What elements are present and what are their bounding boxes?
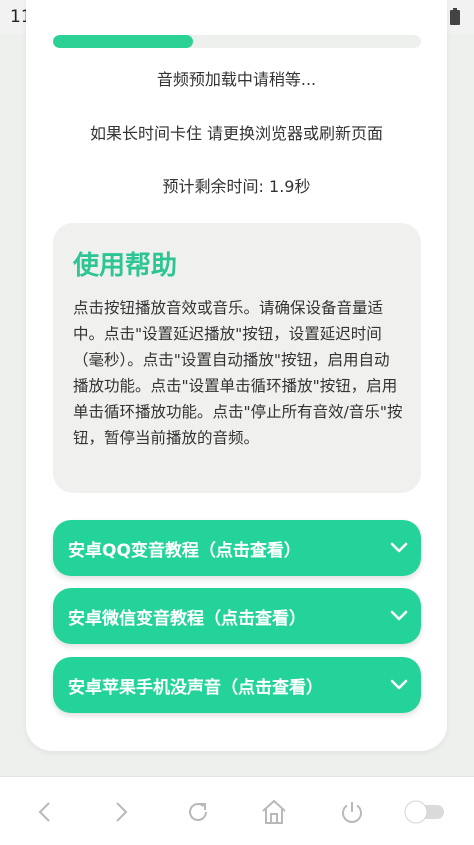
help-body: 点击按钮播放音效或音乐。请确保设备音量适中。点击"设置延迟播放"按钮，设置延迟时… bbox=[73, 299, 403, 447]
home-button[interactable] bbox=[257, 795, 291, 829]
back-icon bbox=[38, 802, 50, 822]
power-button[interactable] bbox=[335, 795, 369, 829]
accordion-label: 安卓苹果手机没声音（点击查看） bbox=[68, 678, 323, 698]
loading-progress-fill bbox=[53, 35, 193, 48]
loading-message: 音频预加载中请稍等... bbox=[156, 70, 317, 89]
accordion-qq-tutorial[interactable]: 安卓QQ变音教程（点击查看） bbox=[53, 520, 421, 576]
toggle-switch[interactable] bbox=[402, 795, 448, 829]
chevron-down-icon bbox=[390, 679, 408, 690]
refresh-button[interactable] bbox=[181, 795, 215, 829]
accordion-wechat-tutorial[interactable]: 安卓微信变音教程（点击查看） bbox=[53, 588, 421, 644]
back-button[interactable] bbox=[28, 795, 62, 829]
help-title: 使用帮助 bbox=[73, 251, 178, 281]
loading-hint: 如果长时间卡住 请更换浏览器或刷新页面 bbox=[89, 124, 384, 143]
loading-progress-bar bbox=[53, 35, 421, 48]
battery-icon bbox=[450, 8, 460, 25]
toggle-icon bbox=[404, 800, 444, 824]
forward-icon bbox=[116, 802, 128, 822]
refresh-icon bbox=[189, 803, 207, 821]
loading-eta: 预计剩余时间: 1.9秒 bbox=[162, 177, 311, 196]
chevron-down-icon bbox=[390, 542, 408, 553]
home-icon bbox=[262, 799, 286, 824]
power-icon bbox=[342, 802, 362, 823]
accordion-label: 安卓QQ变音教程（点击查看） bbox=[68, 541, 301, 561]
chevron-down-icon bbox=[390, 610, 408, 621]
browser-bottom-bar bbox=[0, 776, 474, 845]
forward-button[interactable] bbox=[104, 795, 138, 829]
accordion-no-sound[interactable]: 安卓苹果手机没声音（点击查看） bbox=[53, 657, 421, 713]
accordion-label: 安卓微信变音教程（点击查看） bbox=[68, 609, 306, 629]
help-panel: 使用帮助 点击按钮播放音效或音乐。请确保设备音量适中。点击"设置延迟播放"按钮，… bbox=[53, 223, 421, 493]
